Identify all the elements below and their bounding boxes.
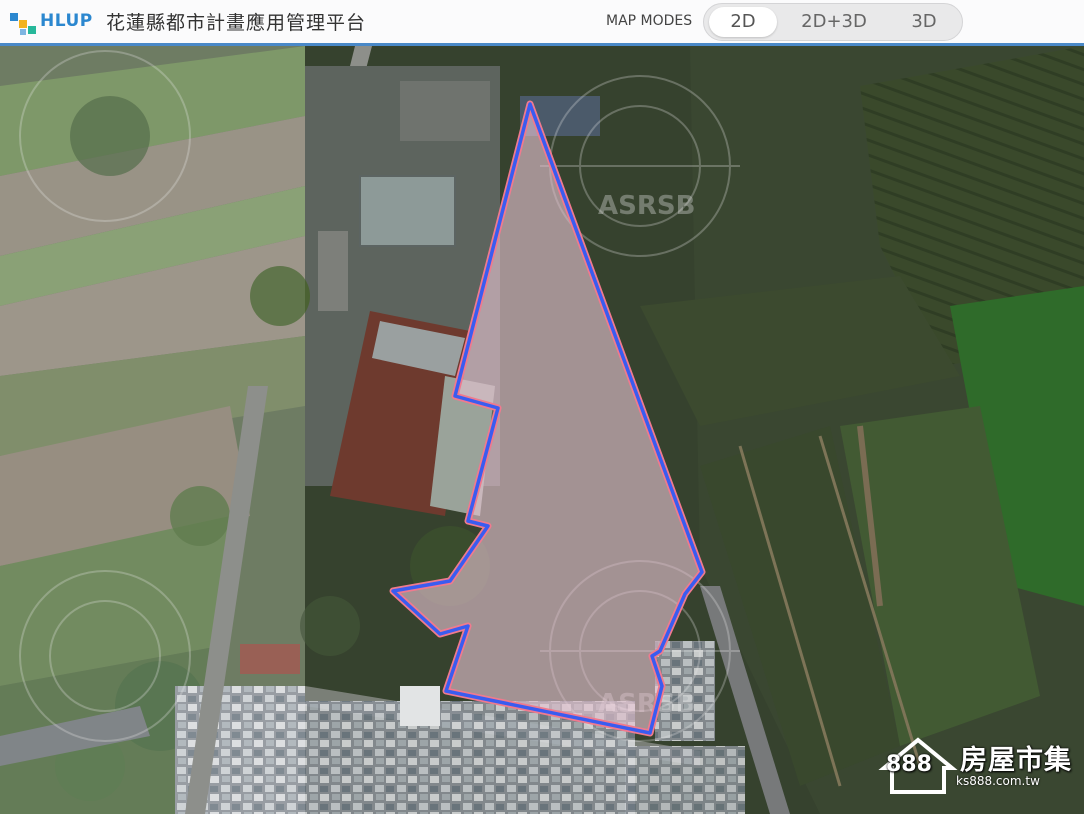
map-mode-3d-button[interactable]: 3D bbox=[888, 7, 960, 37]
map-mode-2d-button[interactable]: 2D bbox=[709, 7, 777, 37]
hlup-logo-icon bbox=[10, 13, 36, 35]
asrsb-watermark-top: ASRSB bbox=[598, 191, 695, 221]
satellite-imagery: ASRSB ASRSB bbox=[0, 46, 1084, 814]
map-mode-switch: 2D 2D+3D 3D bbox=[703, 3, 963, 41]
ks888-watermark: 888 房屋市集 ks888.com.tw bbox=[878, 734, 1074, 798]
page-title: 花蓮縣都市計畫應用管理平台 bbox=[106, 12, 367, 34]
app-brand[interactable]: HLUP bbox=[40, 11, 93, 31]
app-header: HLUP 花蓮縣都市計畫應用管理平台 MAP MODES 2D 2D+3D 3D bbox=[0, 0, 1084, 46]
watermark-url: ks888.com.tw bbox=[956, 774, 1040, 788]
watermark-brand: 房屋市集 bbox=[960, 745, 1072, 776]
map-modes-label: MAP MODES bbox=[606, 13, 693, 29]
map-mode-2d3d-button[interactable]: 2D+3D bbox=[788, 7, 880, 37]
map-canvas[interactable]: ASRSB ASRSB 888 房屋市集 ks888.com.tw bbox=[0, 46, 1084, 814]
watermark-number: 888 bbox=[886, 752, 932, 777]
